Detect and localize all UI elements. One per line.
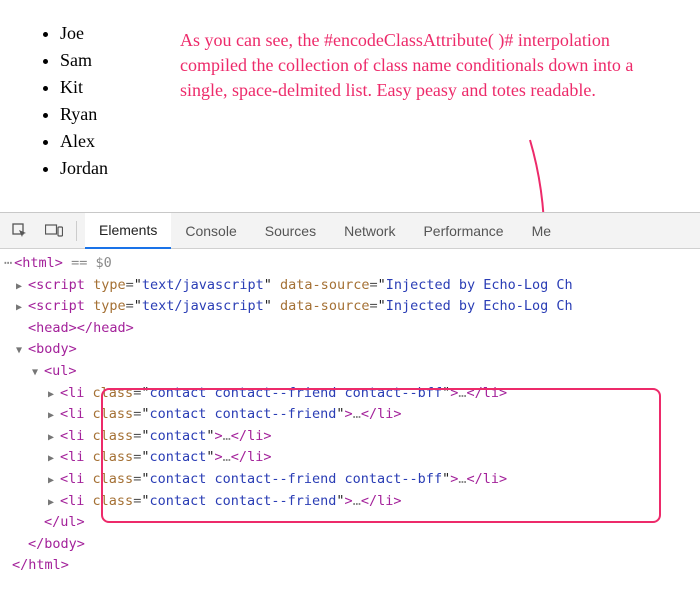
list-item: Jordan [60,155,680,182]
dom-li-line[interactable]: ▶<li class="contact">…</li> [0,447,700,469]
dom-html-close[interactable]: </html> [0,555,700,577]
dom-html-line[interactable]: ⋯<html> == $0 [0,253,700,275]
tab-console[interactable]: Console [171,213,250,249]
dom-tree[interactable]: ⋯<html> == $0 ▶<script type="text/javasc… [0,249,700,587]
tab-network[interactable]: Network [330,213,409,249]
devtools-toolbar: Elements Console Sources Network Perform… [0,213,700,249]
tab-sources[interactable]: Sources [251,213,330,249]
list-item: Ryan [60,101,680,128]
list-item: Alex [60,128,680,155]
inspect-icon[interactable] [6,217,34,245]
dom-li-line[interactable]: ▶<li class="contact contact--friend">…</… [0,491,700,513]
dom-body-close[interactable]: </body> [0,534,700,556]
toolbar-separator [76,221,77,241]
dom-head-line[interactable]: <head></head> [0,318,700,340]
dom-script-line[interactable]: ▶<script type="text/javascript" data-sou… [0,296,700,318]
dom-script-line[interactable]: ▶<script type="text/javascript" data-sou… [0,275,700,297]
dom-li-line[interactable]: ▶<li class="contact contact--friend cont… [0,469,700,491]
tab-performance[interactable]: Performance [409,213,517,249]
dom-li-line[interactable]: ▶<li class="contact contact--friend">…</… [0,404,700,426]
dom-ul-open[interactable]: ▼<ul> [0,361,700,383]
devtools-panel: Elements Console Sources Network Perform… [0,212,700,587]
device-toggle-icon[interactable] [40,217,68,245]
dom-ul-close[interactable]: </ul> [0,512,700,534]
tab-elements[interactable]: Elements [85,213,171,249]
tab-more[interactable]: Me [518,213,565,249]
dom-body-open[interactable]: ▼<body> [0,339,700,361]
dom-li-line[interactable]: ▶<li class="contact contact--friend cont… [0,383,700,405]
annotation-text: As you can see, the #encodeClassAttribut… [180,28,660,104]
dom-li-line[interactable]: ▶<li class="contact">…</li> [0,426,700,448]
